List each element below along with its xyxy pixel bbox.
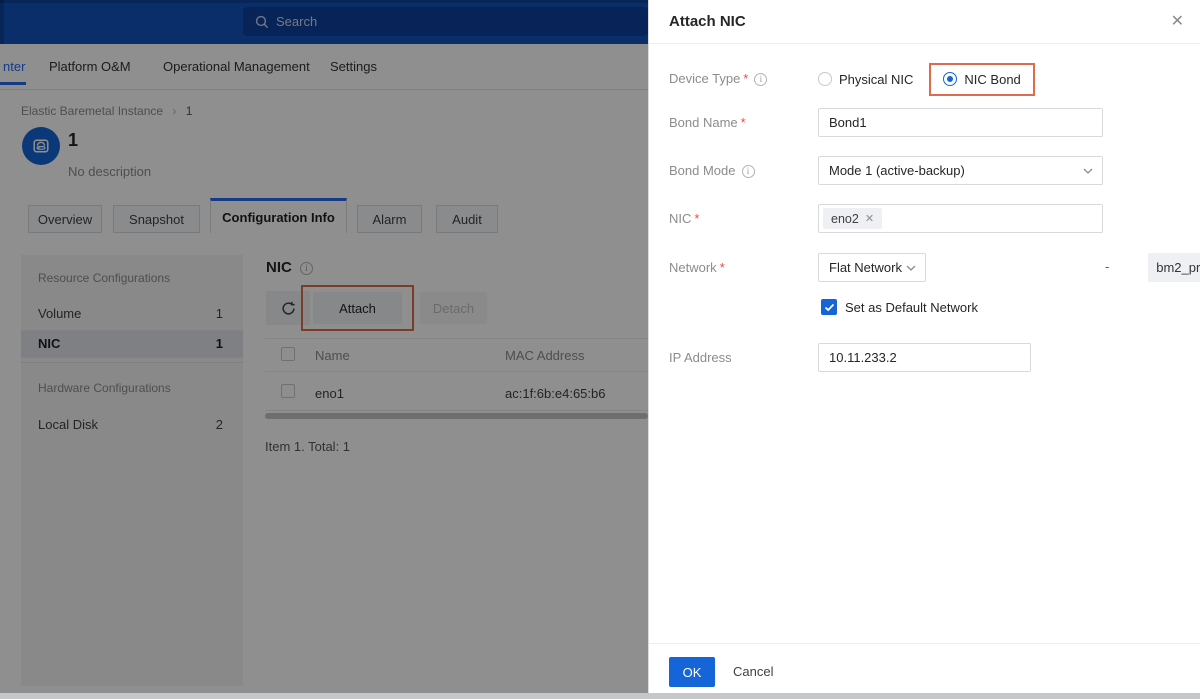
default-network-checkbox-row[interactable]: Set as Default Network	[821, 299, 978, 315]
chevron-down-icon	[1083, 168, 1093, 174]
network-field: Flat Network - bm2_private_network ✕	[818, 253, 1200, 282]
radio-physical-nic[interactable]: Physical NIC	[818, 72, 913, 87]
screenshot-root: Search nter Platform O&M Operational Man…	[0, 0, 1200, 699]
default-network-label: Set as Default Network	[845, 299, 978, 315]
ok-button[interactable]: OK	[669, 657, 715, 687]
radio-circle-selected	[943, 72, 958, 86]
network-label: Network *	[669, 260, 725, 275]
app-window: Search nter Platform O&M Operational Man…	[0, 0, 1200, 693]
radio-circle	[818, 72, 832, 86]
drawer-footer: OK Cancel	[649, 643, 1200, 693]
bond-mode-label: Bond Mode i	[669, 163, 755, 178]
ip-address-label: IP Address	[669, 350, 732, 365]
modal-overlay[interactable]	[0, 0, 648, 693]
network-separator: -	[1105, 259, 1110, 274]
nic-tag: eno2 ✕	[823, 208, 883, 229]
nic-tag-input[interactable]: eno2 ✕	[818, 204, 1103, 233]
ip-address-input[interactable]	[818, 343, 1031, 372]
chevron-down-icon	[906, 265, 916, 271]
radio-nic-bond[interactable]: NIC Bond	[943, 72, 1021, 87]
drawer-header: Attach NIC ✕	[649, 0, 1200, 44]
checkbox-checked	[821, 299, 837, 315]
window-bottom-edge	[0, 693, 1200, 699]
annotation-highlight-nic-bond: NIC Bond	[929, 62, 1035, 96]
bond-name-input[interactable]	[818, 108, 1103, 137]
close-icon[interactable]: ✕	[1171, 12, 1184, 32]
info-icon: i	[754, 73, 768, 86]
bond-mode-select[interactable]: Mode 1 (active-backup)	[818, 156, 1103, 185]
device-type-radio-group: Physical NIC NIC Bond	[818, 60, 1035, 98]
drawer-title: Attach NIC	[669, 13, 746, 30]
network-type-select[interactable]: Flat Network	[818, 253, 926, 282]
nic-label: NIC *	[669, 211, 700, 226]
network-tag: bm2_private_network ✕	[1148, 253, 1200, 282]
check-icon	[824, 303, 834, 311]
tag-remove-icon[interactable]: ✕	[865, 212, 874, 225]
info-icon: i	[741, 165, 755, 178]
device-type-label: Device Type * i	[669, 71, 768, 86]
cancel-button[interactable]: Cancel	[733, 664, 773, 679]
attach-nic-drawer: Attach NIC ✕ Device Type * i Physical NIC …	[648, 0, 1200, 693]
bond-name-label: Bond Name *	[669, 115, 746, 130]
